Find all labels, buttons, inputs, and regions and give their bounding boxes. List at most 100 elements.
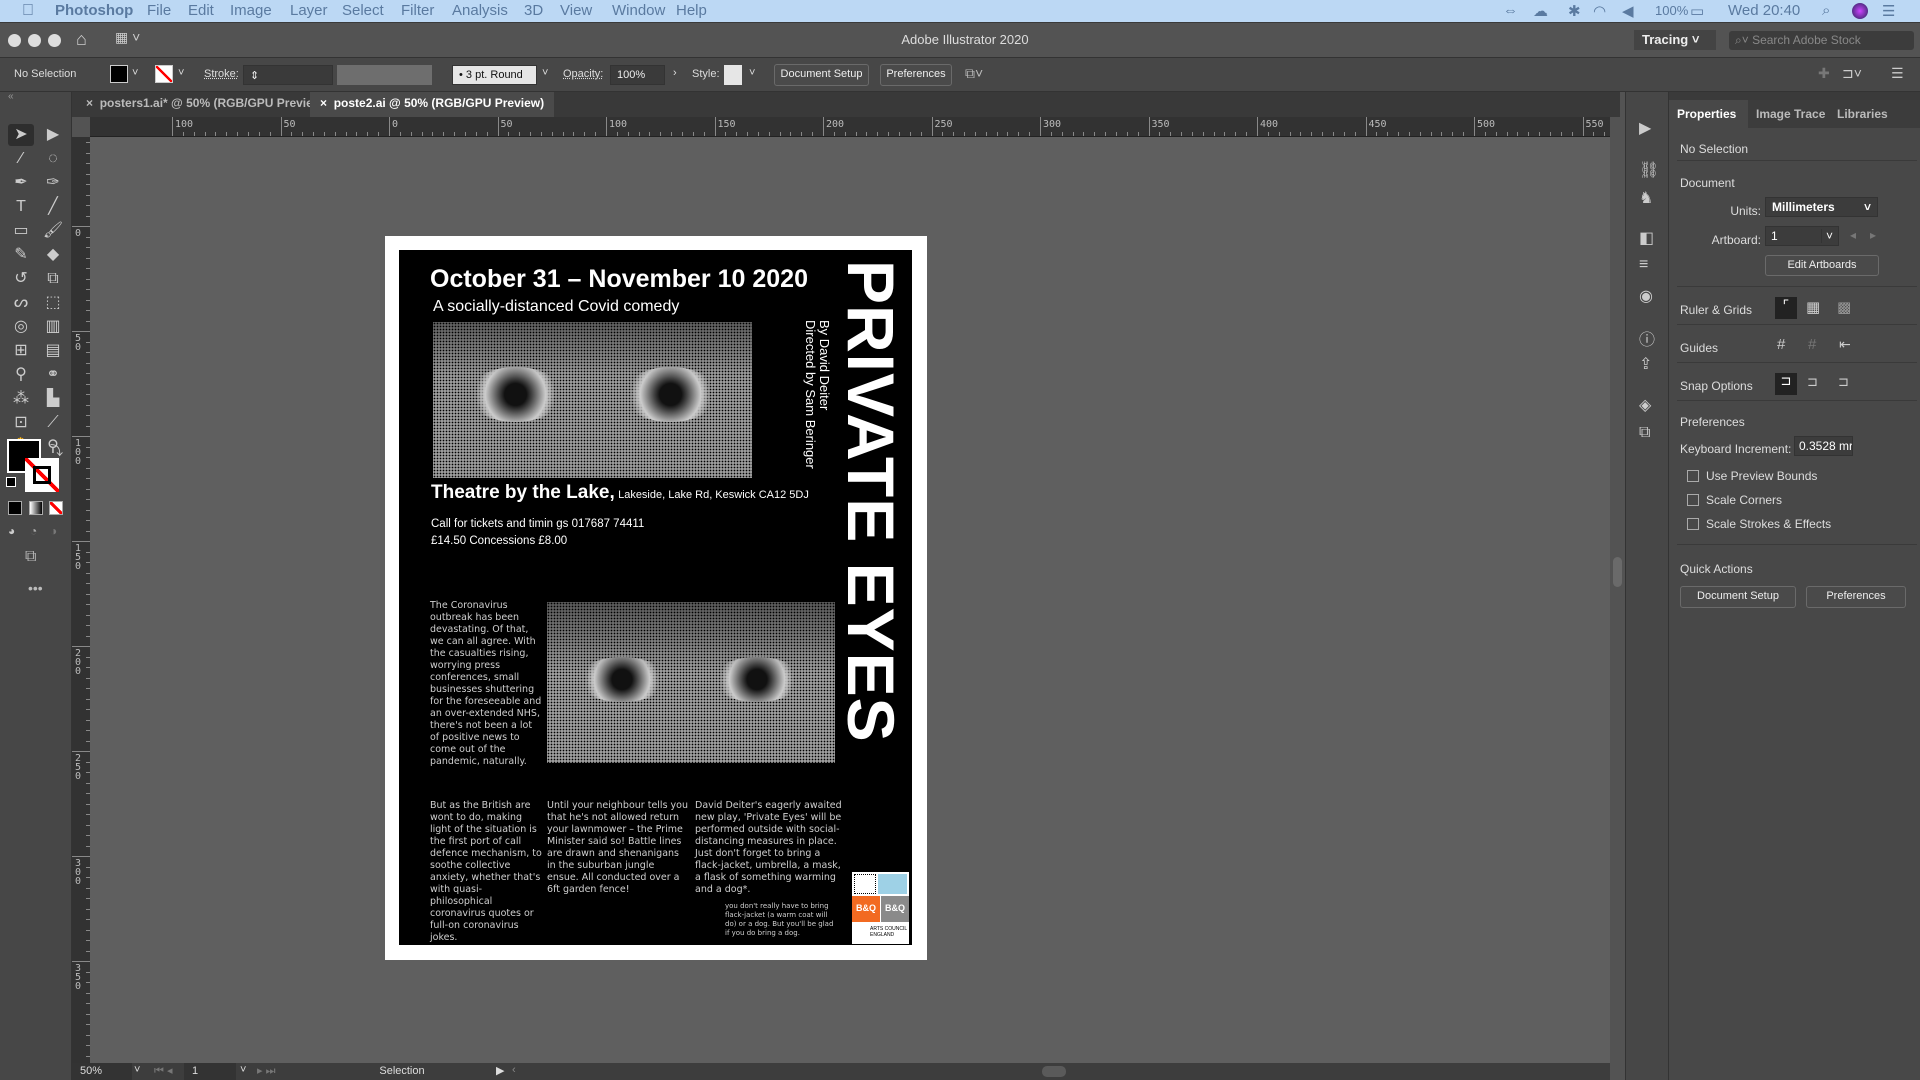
lock-guides-icon[interactable]: #: [1808, 336, 1816, 353]
stroke-color-swatch[interactable]: [25, 458, 59, 492]
lasso-icon[interactable]: ◌: [40, 148, 66, 170]
snap-icon[interactable]: ⊐˅: [1842, 65, 1862, 82]
close-tab-icon[interactable]: ×: [320, 96, 334, 110]
collapse-panel-icon[interactable]: «: [8, 91, 14, 102]
scroll-left-icon[interactable]: ‹: [512, 1064, 516, 1076]
tab-image-trace[interactable]: Image Trace: [1748, 100, 1834, 128]
show-guides-icon[interactable]: #: [1777, 336, 1785, 353]
clock[interactable]: Wed 20:40: [1728, 2, 1800, 19]
color-mode-icon[interactable]: [8, 501, 22, 515]
minimize-window-button[interactable]: [28, 34, 41, 47]
stroke-dropdown-chevron-icon[interactable]: ˅: [178, 67, 184, 79]
curvature-icon[interactable]: ✑: [40, 172, 66, 194]
menu-layer[interactable]: Layer: [290, 2, 328, 19]
zoom-chevron-icon[interactable]: ˅: [134, 1064, 140, 1076]
blend-icon[interactable]: ⚭: [40, 364, 66, 386]
screen-mode-icon[interactable]: ⧉: [25, 548, 36, 566]
zoom-level-input[interactable]: 50%: [72, 1063, 132, 1080]
stock-search-input[interactable]: ⌕˅ Search Adobe Stock: [1729, 31, 1914, 50]
menu-app-name[interactable]: Photoshop: [55, 2, 133, 19]
artboards-icon[interactable]: ⧉: [1639, 424, 1650, 442]
menu-filter[interactable]: Filter: [401, 2, 434, 19]
snap-to-grid-icon[interactable]: ⊐: [1807, 374, 1818, 390]
document-setup-button[interactable]: Document Setup: [774, 64, 869, 86]
draw-behind-icon[interactable]: ◔: [30, 524, 37, 538]
info-icon[interactable]: ⓘ: [1639, 326, 1655, 350]
stroke-swatch[interactable]: [155, 65, 173, 83]
battery-icon[interactable]: ▭: [1690, 2, 1704, 20]
quick-preferences-button[interactable]: Preferences: [1806, 586, 1906, 608]
opacity-label[interactable]: Opacity:: [563, 68, 603, 80]
workspace-switcher[interactable]: Tracing ˅: [1634, 30, 1716, 50]
gradient-icon[interactable]: ▤: [40, 340, 66, 362]
arrange-documents-icon[interactable]: ▦ ˅: [115, 29, 140, 46]
pen-icon[interactable]: ✒: [8, 172, 34, 194]
paintbrush-icon[interactable]: 🖌: [40, 220, 66, 242]
puppet-icon[interactable]: ♞: [1639, 188, 1653, 208]
draw-inside-icon[interactable]: ◑: [50, 524, 57, 538]
siri-icon[interactable]: [1852, 3, 1868, 19]
variable-width-profile[interactable]: [337, 65, 432, 85]
direct-selection-icon[interactable]: ▶: [40, 124, 66, 146]
actions-play-icon[interactable]: ▶: [1639, 118, 1651, 138]
last-artboard-icon[interactable]: ▸ ⏭: [257, 1064, 275, 1078]
stroke-panel-icon[interactable]: ≡: [1639, 256, 1648, 274]
spotlight-search-icon[interactable]: ⌕: [1822, 2, 1830, 19]
style-chevron-icon[interactable]: ˅: [749, 67, 755, 79]
tab-poste2[interactable]: × poste2.ai @ 50% (RGB/GPU Preview): [310, 92, 555, 117]
mesh-icon[interactable]: ⊞: [8, 340, 34, 362]
pencil-icon[interactable]: ✎: [8, 244, 34, 266]
menu-select[interactable]: Select: [342, 2, 384, 19]
next-artboard-icon[interactable]: ▸: [1870, 228, 1876, 242]
appearance-icon[interactable]: ◉: [1639, 286, 1653, 306]
warp-icon[interactable]: ᔕ: [8, 292, 34, 314]
home-icon[interactable]: ⌂: [76, 29, 87, 50]
zoom-window-button[interactable]: [48, 34, 61, 47]
artboard-dropdown[interactable]: 1 ˅: [1765, 226, 1839, 246]
menu-view[interactable]: View: [560, 2, 592, 19]
gradient-mode-icon[interactable]: [29, 501, 43, 515]
brush-definition-dropdown[interactable]: • 3 pt. Round: [452, 65, 537, 85]
brush-chevron-icon[interactable]: ˅: [542, 67, 548, 79]
scale-icon[interactable]: ⧉: [40, 268, 66, 290]
first-artboard-icon[interactable]: ⏮ ◂: [154, 1064, 172, 1078]
default-fill-stroke-icon[interactable]: [6, 477, 16, 487]
notification-center-icon[interactable]: ☰: [1882, 2, 1895, 20]
snap-to-pixel-icon[interactable]: ⊐: [1838, 374, 1849, 390]
vertical-ruler[interactable]: 0 50 100 150 200 250 300 350: [72, 137, 90, 1063]
current-tool-status[interactable]: Selection: [312, 1065, 492, 1077]
snap-to-point-icon[interactable]: ⊐: [1775, 373, 1797, 395]
align-icon[interactable]: ✚: [1818, 65, 1830, 82]
tab-libraries[interactable]: Libraries: [1829, 100, 1889, 128]
graphic-style-swatch[interactable]: [724, 65, 742, 85]
creative-cloud-icon[interactable]: ☁: [1533, 2, 1548, 20]
volume-icon[interactable]: ◀: [1622, 2, 1634, 20]
slice-icon[interactable]: ⟋: [40, 412, 66, 434]
none-mode-icon[interactable]: [49, 501, 63, 515]
wifi-icon[interactable]: ◠: [1593, 2, 1606, 20]
close-window-button[interactable]: [8, 34, 21, 47]
menu-file[interactable]: File: [147, 2, 171, 19]
shape-builder-icon[interactable]: ◎: [8, 316, 34, 338]
scale-strokes-effects-checkbox[interactable]: [1687, 518, 1699, 530]
transparency-icon[interactable]: ◧: [1639, 228, 1654, 248]
status-menu-icon[interactable]: ▶: [496, 1064, 504, 1077]
units-dropdown[interactable]: Millimeters ˅: [1765, 197, 1878, 217]
selection-icon[interactable]: ➤: [8, 124, 34, 146]
quick-document-setup-button[interactable]: Document Setup: [1680, 586, 1796, 608]
close-tab-icon[interactable]: ×: [86, 96, 100, 110]
stroke-label[interactable]: Stroke:: [204, 68, 239, 80]
poster-artwork[interactable]: October 31 – November 10 2020 A socially…: [399, 250, 912, 945]
magic-wand-icon[interactable]: ⁄: [8, 148, 34, 170]
line-icon[interactable]: ╱: [40, 196, 66, 218]
artboard-chevron-icon[interactable]: ˅: [240, 1064, 246, 1076]
menu-window[interactable]: Window: [612, 2, 665, 19]
grid-toggle-icon[interactable]: ▦: [1806, 298, 1820, 316]
control-bar-menu-icon[interactable]: ☰: [1891, 65, 1904, 82]
scrollbar-thumb[interactable]: [1613, 557, 1622, 587]
stroke-weight-input[interactable]: ⇕: [243, 65, 333, 85]
swap-fill-stroke-icon[interactable]: ⤵: [50, 440, 63, 459]
fill-dropdown-chevron-icon[interactable]: ˅: [132, 67, 138, 79]
free-transform-icon[interactable]: ⬚: [40, 292, 66, 314]
type-icon[interactable]: T: [8, 196, 34, 218]
